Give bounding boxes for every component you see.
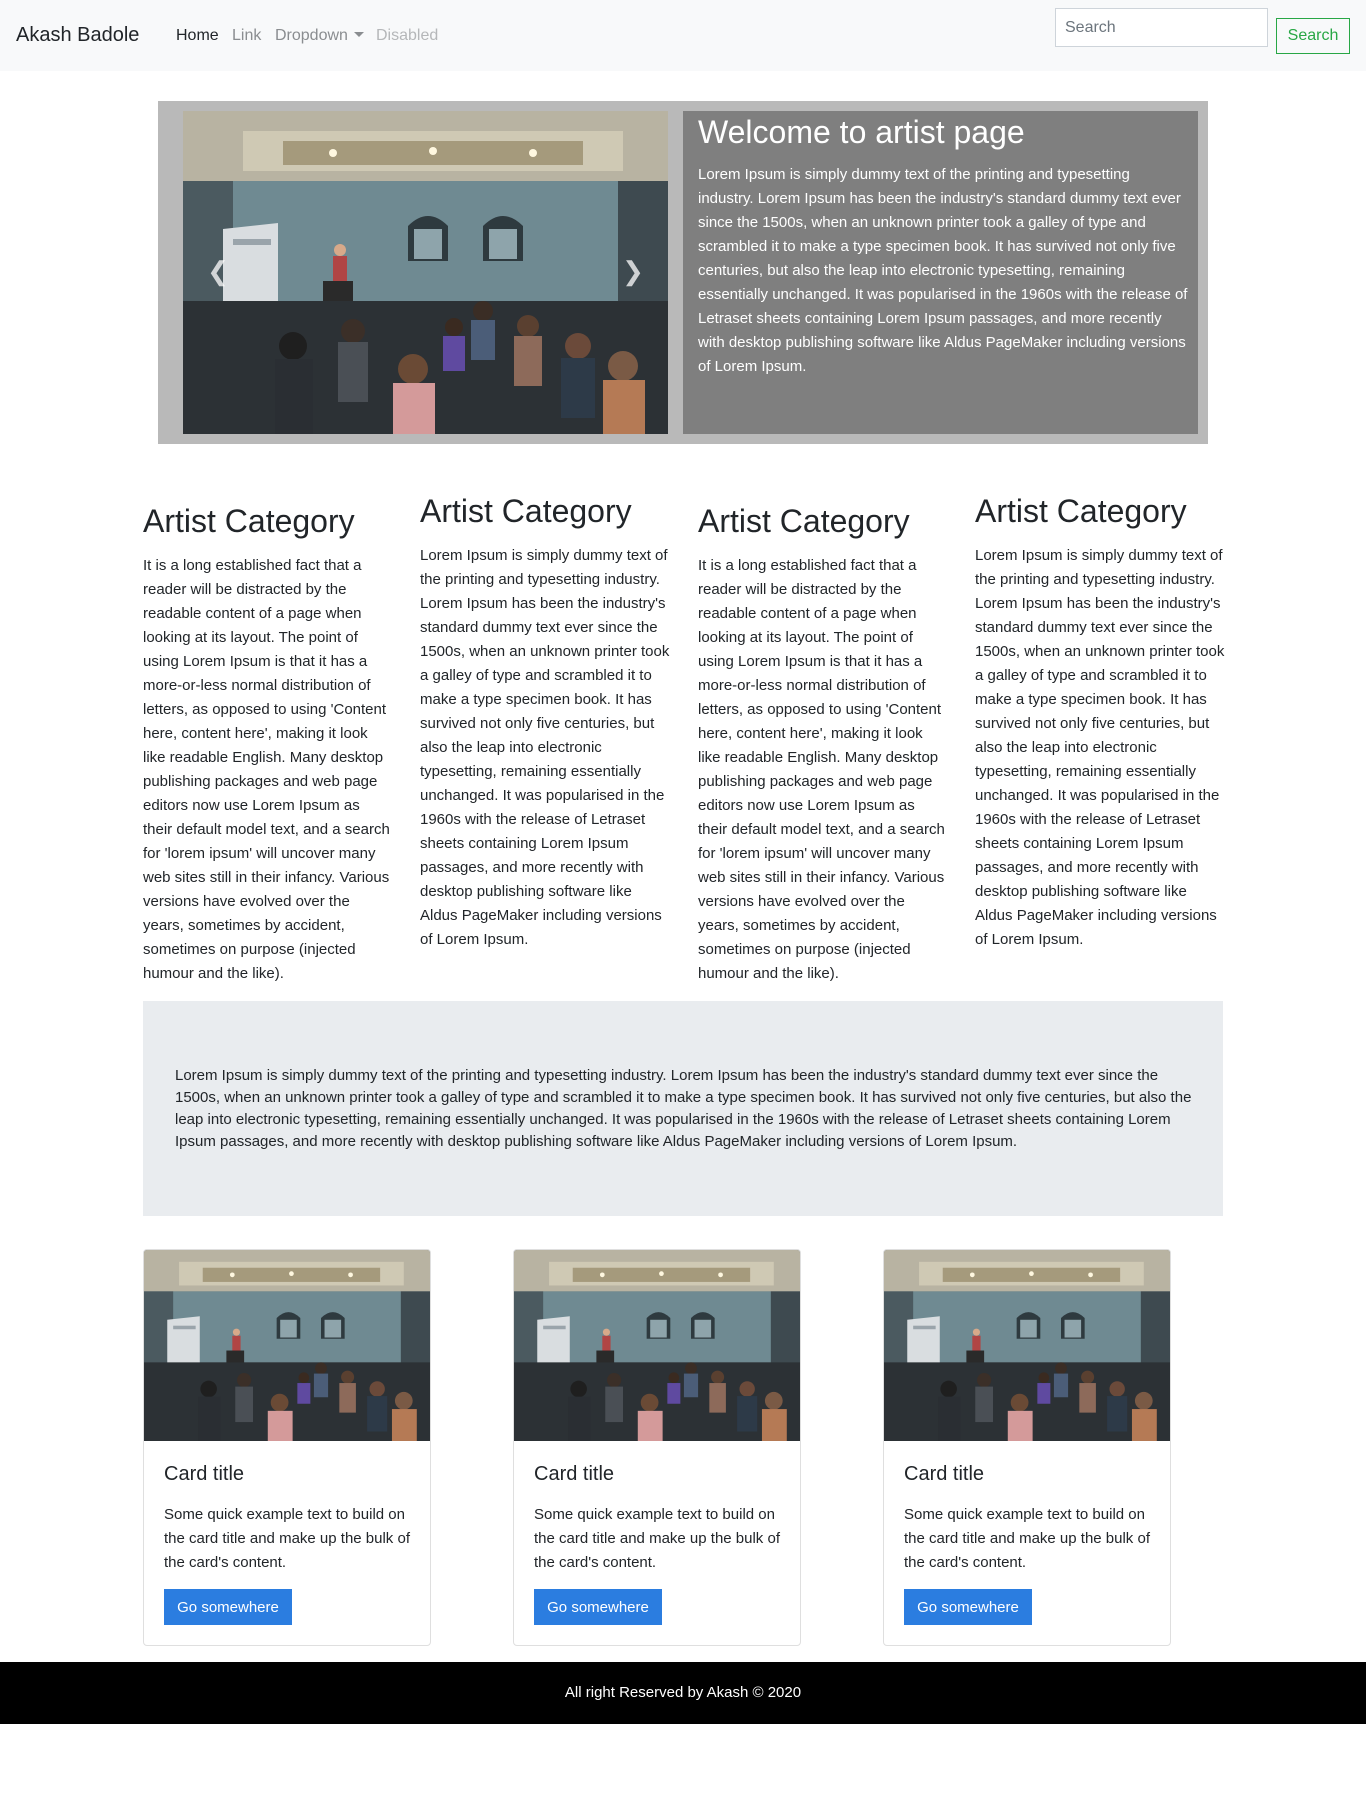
card-image [884,1250,1170,1441]
hero-section: ❮ ❯ Welcome to artist page Lorem Ipsum i… [158,101,1208,444]
hero-carousel[interactable]: ❮ ❯ [183,111,668,434]
card: Card title Some quick example text to bu… [883,1249,1171,1646]
nav-link[interactable]: Link [232,27,261,45]
category-title: Artist Category [143,503,355,539]
search-input[interactable] [1055,8,1268,47]
search-button[interactable]: Search [1276,18,1350,54]
category-title: Artist Category [420,493,632,529]
category-text: It is a long established fact that a rea… [698,557,945,982]
card-image [144,1250,430,1441]
go-somewhere-button[interactable]: Go somewhere [904,1589,1032,1625]
card: Card title Some quick example text to bu… [513,1249,801,1646]
category-text: It is a long established fact that a rea… [143,557,390,982]
nav-dropdown[interactable]: Dropdown [275,27,364,45]
category-column: Artist Category Lorem Ipsum is simply du… [420,492,670,952]
nav-dropdown-label: Dropdown [275,27,348,44]
classroom-photo [183,111,668,434]
go-somewhere-button[interactable]: Go somewhere [534,1589,662,1625]
footer-text: All right Reserved by Akash © 2020 [564,1684,802,1701]
hero-text: Lorem Ipsum is simply dummy text of the … [698,166,1188,375]
card-title: Card title [164,1463,245,1485]
jumbotron: Lorem Ipsum is simply dummy text of the … [143,1001,1223,1216]
card-title: Card title [904,1463,985,1485]
nav-disabled: Disabled [376,27,439,44]
navbar: Akash Badole Home Link Dropdown Disabled… [0,0,1366,71]
hero-title: Welcome to artist page [698,114,1025,150]
card-text: Some quick example text to build on the … [904,1506,1150,1571]
nav-home[interactable]: Home [176,27,219,45]
category-column: Artist Category It is a long established… [698,502,948,986]
category-title: Artist Category [698,503,910,539]
footer: All right Reserved by Akash © 2020 [0,1662,1366,1724]
card: Card title Some quick example text to bu… [143,1249,431,1646]
navbar-brand[interactable]: Akash Badole [16,24,139,47]
go-somewhere-button[interactable]: Go somewhere [164,1589,292,1625]
caret-down-icon [353,32,364,37]
category-column: Artist Category Lorem Ipsum is simply du… [975,492,1225,952]
category-text: Lorem Ipsum is simply dummy text of the … [975,547,1225,948]
card-title: Card title [534,1463,615,1485]
category-text: Lorem Ipsum is simply dummy text of the … [420,547,670,948]
category-title: Artist Category [975,493,1187,529]
chevron-right-icon[interactable]: ❯ [618,256,648,286]
chevron-left-icon[interactable]: ❮ [203,256,233,286]
category-column: Artist Category It is a long established… [143,502,393,986]
card-text: Some quick example text to build on the … [534,1506,780,1571]
jumbotron-text: Lorem Ipsum is simply dummy text of the … [175,1067,1192,1150]
card-image [514,1250,800,1441]
hero-panel: Welcome to artist page Lorem Ipsum is si… [683,111,1198,434]
card-text: Some quick example text to build on the … [164,1506,410,1571]
